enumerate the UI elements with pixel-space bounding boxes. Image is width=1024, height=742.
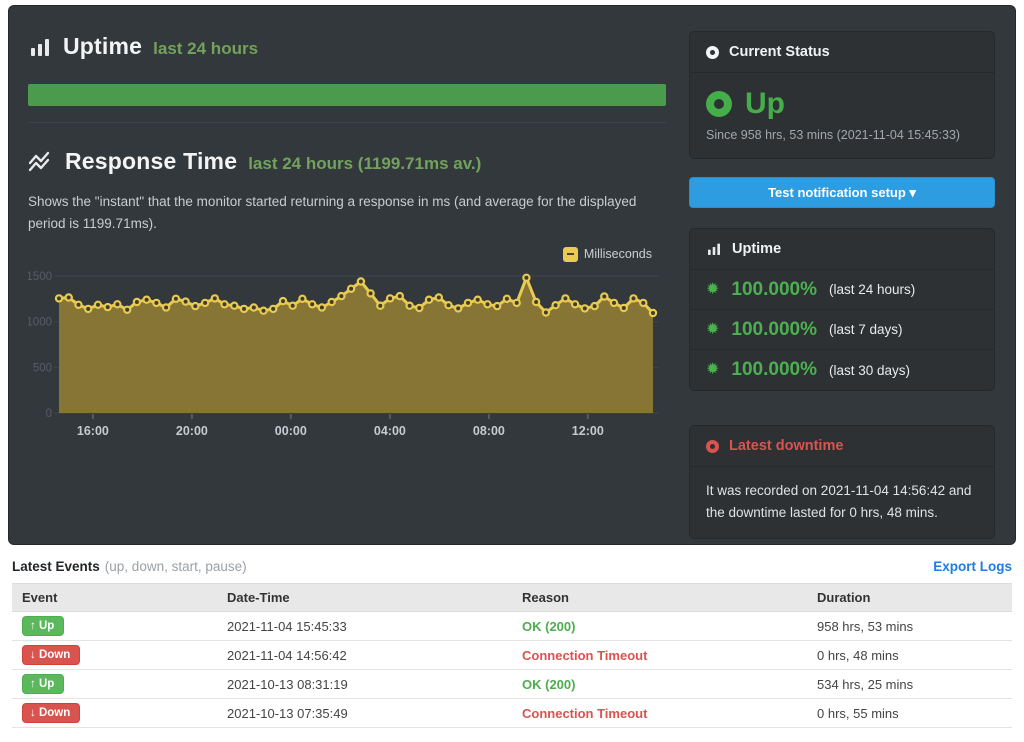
column-header-reason: Reason	[512, 584, 807, 612]
up-arrow-icon: ↑	[30, 678, 36, 690]
events-table-header-row: Event Date-Time Reason Duration	[12, 584, 1012, 612]
event-datetime: 2021-10-13 08:31:19	[217, 670, 512, 699]
response-time-subtitle: last 24 hours (1199.71ms av.)	[248, 150, 481, 174]
legend-label: Milliseconds	[584, 247, 652, 261]
events-table: Event Date-Time Reason Duration ↑ Up 202…	[12, 583, 1012, 728]
test-notification-button[interactable]: Test notification setup ▾	[689, 177, 995, 208]
svg-text:04:00: 04:00	[374, 424, 406, 438]
main-column: Uptime last 24 hours Response Time last …	[28, 6, 666, 544]
latest-events-title: Latest Events	[12, 559, 100, 574]
svg-text:1500: 1500	[28, 271, 52, 283]
event-row: ↓ Down 2021-11-04 14:56:42 Connection Ti…	[12, 641, 1012, 670]
response-time-chart: Milliseconds 0 500 1000 1500 16:00 20:00 00:00…	[28, 247, 666, 447]
svg-text:0: 0	[46, 408, 52, 420]
uptime-stat-row-30d: ✹ 100.000% (last 30 days)	[690, 350, 994, 390]
status-bullet-icon	[706, 46, 719, 59]
legend-swatch-icon	[563, 247, 578, 262]
svg-text:1000: 1000	[28, 316, 52, 328]
svg-text:500: 500	[33, 362, 52, 374]
up-status-icon	[706, 91, 732, 117]
uptime-badge-icon: ✹	[706, 362, 719, 378]
current-status-body: Up Since 958 hrs, 53 mins (2021-11-04 15…	[690, 73, 994, 158]
uptime-range-label: (last 7 days)	[829, 322, 903, 337]
uptime-stats-title: Uptime	[732, 241, 781, 257]
section-divider	[28, 122, 666, 123]
bar-chart-icon	[28, 35, 52, 59]
uptime-stat-row-7d: ✹ 100.000% (last 7 days)	[690, 310, 994, 350]
event-duration: 0 hrs, 55 mins	[807, 699, 1012, 728]
uptime-stats-header: Uptime	[690, 229, 994, 270]
uptime-stats-panel: Uptime ✹ 100.000% (last 24 hours) ✹ 100.…	[689, 228, 995, 391]
event-row: ↑ Up 2021-11-04 15:45:33 OK (200) 958 hr…	[12, 612, 1012, 641]
event-row: ↑ Up 2021-10-13 08:31:19 OK (200) 534 hr…	[12, 670, 1012, 699]
event-reason: OK (200)	[512, 670, 807, 699]
response-time-title: Response Time	[65, 148, 237, 175]
sidebar: Current Status Up Since 958 hrs, 53 mins…	[689, 6, 995, 544]
latest-events-subtitle: (up, down, start, pause)	[105, 559, 247, 574]
event-datetime: 2021-10-13 07:35:49	[217, 699, 512, 728]
svg-text:20:00: 20:00	[176, 424, 208, 438]
event-duration: 534 hrs, 25 mins	[807, 670, 1012, 699]
uptime-percentage: 100.000%	[731, 279, 817, 301]
current-status-panel: Current Status Up Since 958 hrs, 53 mins…	[689, 31, 995, 159]
event-duration: 958 hrs, 53 mins	[807, 612, 1012, 641]
bar-chart-icon	[706, 241, 722, 257]
up-arrow-icon: ↑	[30, 620, 36, 632]
latest-downtime-header: Latest downtime	[690, 426, 994, 467]
status-dashboard-panel: Uptime last 24 hours Response Time last …	[8, 5, 1016, 545]
event-status-badge: ↑ Up	[22, 674, 64, 694]
current-status-title: Current Status	[729, 44, 830, 60]
uptime-stat-row-24h: ✹ 100.000% (last 24 hours)	[690, 270, 994, 310]
response-time-plot: 0 500 1000 1500 16:00 20:00 00:00 04:00 08:00 12:…	[28, 247, 666, 442]
uptime-subtitle: last 24 hours	[153, 35, 258, 59]
column-header-datetime: Date-Time	[217, 584, 512, 612]
svg-text:08:00: 08:00	[473, 424, 505, 438]
latest-downtime-text: It was recorded on 2021-11-04 14:56:42 a…	[690, 467, 994, 538]
export-logs-link[interactable]: Export Logs	[933, 559, 1012, 574]
uptime-progress-bar	[28, 84, 666, 106]
event-datetime: 2021-11-04 15:45:33	[217, 612, 512, 641]
uptime-range-label: (last 30 days)	[829, 363, 910, 378]
column-header-duration: Duration	[807, 584, 1012, 612]
latest-events-section: Latest Events (up, down, start, pause) E…	[12, 559, 1012, 728]
down-arrow-icon: ↓	[30, 649, 36, 661]
event-reason: Connection Timeout	[512, 699, 807, 728]
uptime-range-label: (last 24 hours)	[829, 282, 915, 297]
uptime-percentage: 100.000%	[731, 319, 817, 341]
svg-text:00:00: 00:00	[275, 424, 307, 438]
response-time-description: Shows the "instant" that the monitor sta…	[28, 191, 666, 235]
status-since-text: Since 958 hrs, 53 mins (2021-11-04 15:45…	[706, 128, 978, 142]
latest-downtime-title: Latest downtime	[729, 438, 843, 454]
latest-downtime-panel: Latest downtime It was recorded on 2021-…	[689, 425, 995, 539]
uptime-section-header: Uptime last 24 hours	[28, 33, 666, 60]
svg-text:16:00: 16:00	[77, 424, 109, 438]
status-state: Up	[745, 87, 785, 121]
uptime-title: Uptime	[63, 33, 142, 60]
svg-text:12:00: 12:00	[572, 424, 604, 438]
down-arrow-icon: ↓	[30, 707, 36, 719]
event-duration: 0 hrs, 48 mins	[807, 641, 1012, 670]
current-status-header: Current Status	[690, 32, 994, 73]
line-chart-icon	[28, 150, 54, 174]
downtime-bullet-icon	[706, 440, 719, 453]
event-status-badge: ↓ Down	[22, 645, 80, 665]
uptime-percentage: 100.000%	[731, 359, 817, 381]
event-reason: Connection Timeout	[512, 641, 807, 670]
column-header-event: Event	[12, 584, 217, 612]
uptime-badge-icon: ✹	[706, 322, 719, 338]
event-reason: OK (200)	[512, 612, 807, 641]
event-row: ↓ Down 2021-10-13 07:35:49 Connection Ti…	[12, 699, 1012, 728]
uptime-badge-icon: ✹	[706, 282, 719, 298]
chart-legend: Milliseconds	[563, 247, 652, 262]
response-time-section-header: Response Time last 24 hours (1199.71ms a…	[28, 148, 666, 175]
event-status-badge: ↓ Down	[22, 703, 80, 723]
event-datetime: 2021-11-04 14:56:42	[217, 641, 512, 670]
event-status-badge: ↑ Up	[22, 616, 64, 636]
